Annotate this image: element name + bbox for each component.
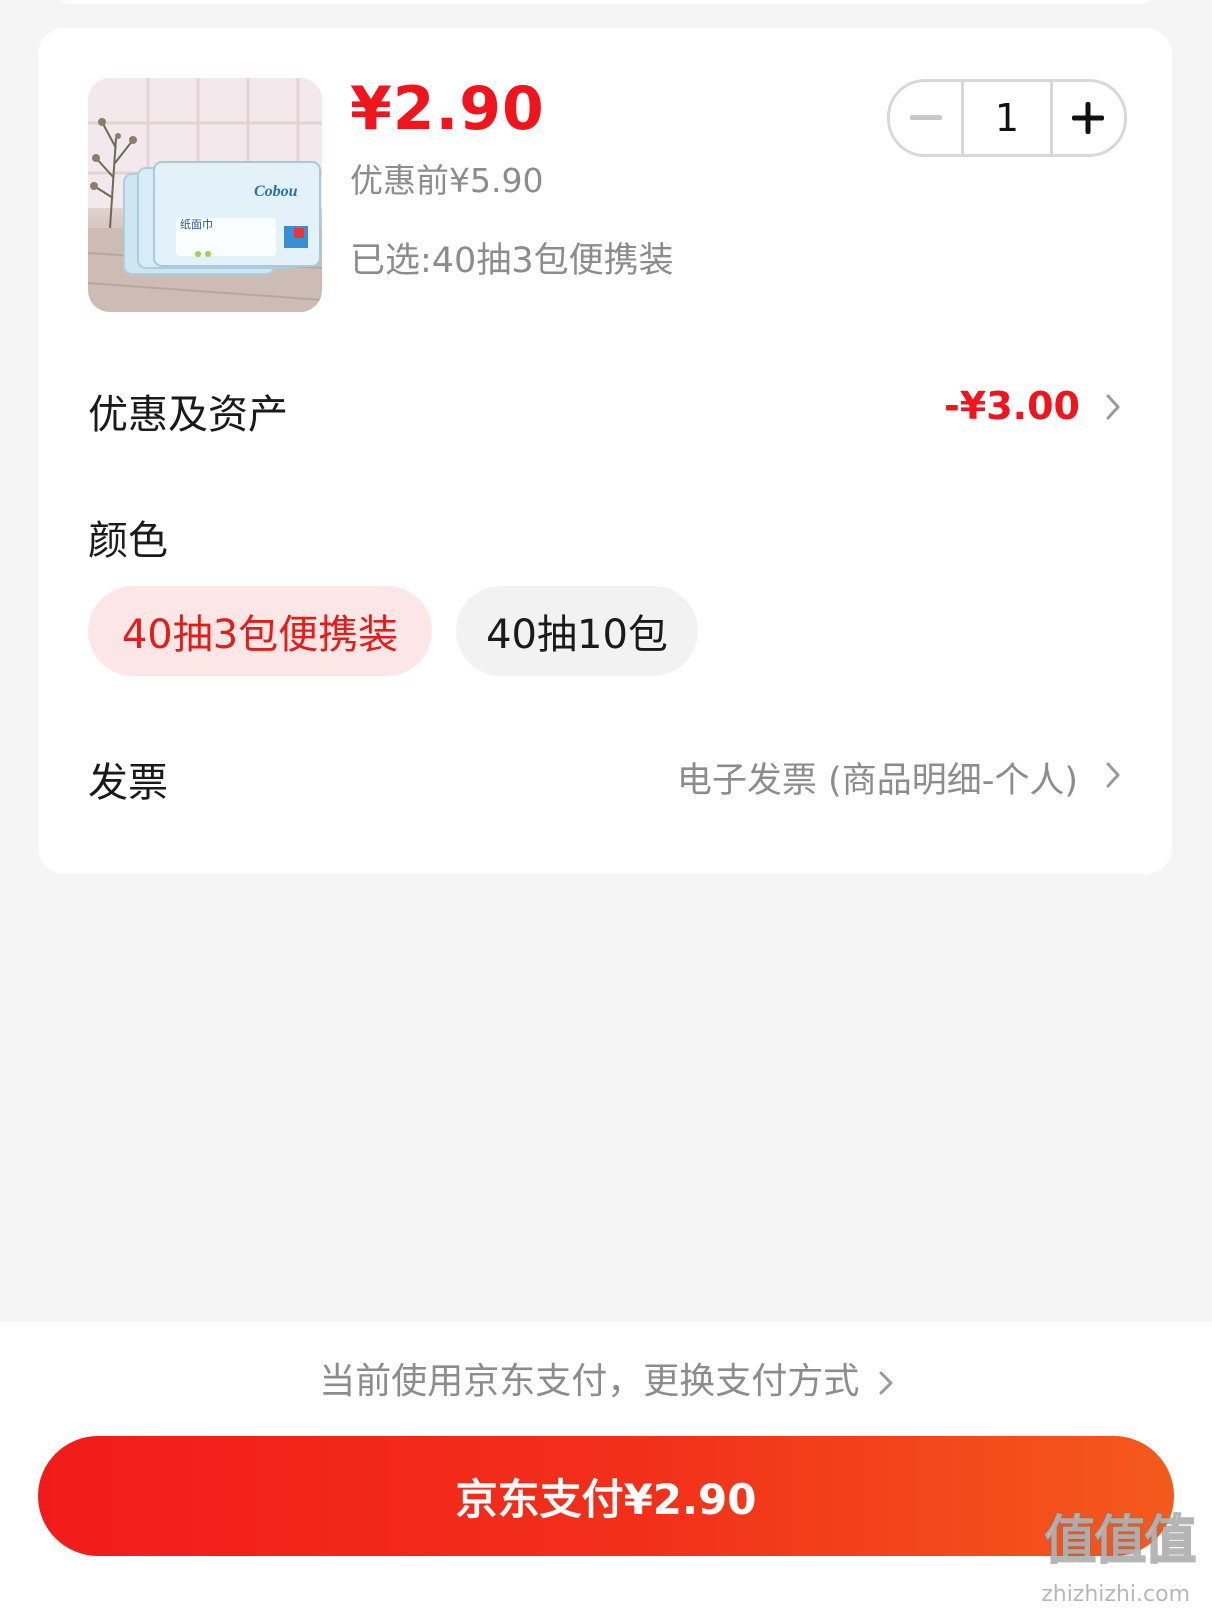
color-option-selected[interactable]: 40抽3包便携装 bbox=[88, 586, 432, 676]
chevron-right-icon[interactable] bbox=[1106, 762, 1120, 788]
increase-quantity-button[interactable] bbox=[1053, 82, 1124, 154]
change-payment-method-link[interactable]: 当前使用京东支付，更换支付方式 bbox=[0, 1352, 1212, 1404]
product-photo-illustration: Cobou 纸面巾 bbox=[88, 78, 322, 312]
quantity-stepper: 1 bbox=[887, 79, 1127, 157]
payment-method-text: 当前使用京东支付，更换支付方式 bbox=[319, 1361, 860, 1402]
watermark-url: zhizhizhi.com bbox=[1041, 1582, 1190, 1607]
pay-button[interactable]: 京东支付¥2.90 bbox=[38, 1436, 1174, 1556]
chevron-right-icon[interactable] bbox=[1106, 394, 1120, 420]
color-option[interactable]: 40抽10包 bbox=[456, 586, 698, 676]
product-price: ¥2.90 bbox=[350, 74, 545, 144]
decrease-quantity-button[interactable] bbox=[890, 82, 961, 154]
invoice-value[interactable]: 电子发票 (商品明细-个人) bbox=[677, 752, 1078, 803]
invoice-label: 发票 bbox=[88, 760, 168, 806]
previous-card-edge bbox=[50, 0, 1160, 4]
payment-panel: 当前使用京东支付，更换支付方式 京东支付¥2.90 bbox=[0, 1322, 1212, 1611]
watermark-logo: 值值值 bbox=[1043, 1510, 1197, 1572]
package-brand-text: Cobou bbox=[254, 183, 298, 200]
order-card: Cobou 纸面巾 ¥2.90 优惠前¥5.90 已选:40抽3包便携装 1 优… bbox=[38, 28, 1172, 874]
discount-label: 优惠及资产 bbox=[88, 392, 288, 438]
minus-icon bbox=[909, 115, 942, 120]
product-image[interactable]: Cobou 纸面巾 bbox=[88, 78, 322, 312]
color-section-label: 颜色 bbox=[88, 518, 168, 564]
selected-variant-text: 已选:40抽3包便携装 bbox=[350, 241, 674, 281]
discount-value[interactable]: -¥3.00 bbox=[944, 384, 1080, 428]
package-name-text: 纸面巾 bbox=[180, 217, 213, 231]
quantity-input[interactable]: 1 bbox=[961, 82, 1053, 154]
original-price: 优惠前¥5.90 bbox=[350, 161, 544, 200]
chevron-right-icon bbox=[879, 1371, 893, 1395]
plus-icon bbox=[1072, 102, 1105, 134]
